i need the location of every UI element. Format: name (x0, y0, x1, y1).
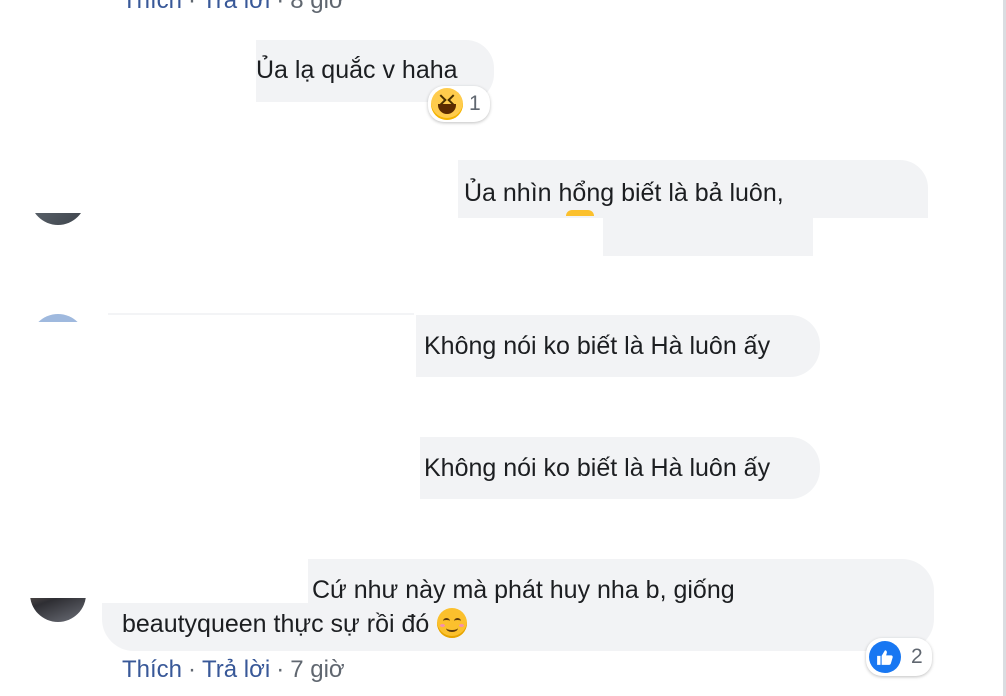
avatar[interactable] (30, 213, 86, 225)
divider (108, 313, 414, 315)
comment-actions-top: Thích · Trả lời · 8 giờ (122, 0, 345, 15)
comment-text: beautyqueen thực sự rồi đó (122, 610, 430, 638)
comment-bubble[interactable]: Không nói ko biết là Hà luôn ấy (416, 315, 820, 377)
reply-link[interactable]: Trả lời (202, 0, 270, 14)
comment-bubble[interactable]: Ủa nhìn hổng biết là bả luôn, (458, 160, 928, 218)
comment-text: Ủa lạ quắc v haha (256, 56, 458, 84)
comment-text: Ủa nhìn hổng biết là bả luôn, (464, 179, 784, 207)
thumbs-up-icon (877, 650, 893, 665)
reaction-summary[interactable]: 2 (866, 638, 932, 676)
reaction-summary[interactable]: 1 (428, 86, 490, 122)
comment-time: 7 giờ (290, 656, 345, 683)
reaction-count: 2 (911, 645, 923, 668)
comment-bubble-extension (603, 216, 813, 256)
comment-bubble[interactable]: Không nói ko biết là Hà luôn ấy (420, 437, 820, 499)
comment-text: Không nói ko biết là Hà luôn ấy (424, 332, 771, 360)
reaction-count: 1 (469, 92, 481, 115)
haha-icon (431, 88, 463, 120)
emoji-icon (566, 210, 594, 216)
comment-actions: Thích · Trả lời · 7 giờ (122, 656, 345, 683)
like-icon (869, 641, 901, 673)
comment-time: 8 giờ (290, 0, 345, 14)
comment-text-line2: beautyqueen thực sự rồi đó (122, 607, 468, 641)
comment-bubble[interactable]: Cứ như này mà phát huy nha b, giống beau… (102, 559, 934, 651)
smiling-face-icon (437, 608, 468, 638)
like-link[interactable]: Thích (122, 0, 182, 14)
comment-text: Không nói ko biết là Hà luôn ấy (424, 454, 771, 482)
avatar[interactable] (30, 314, 86, 322)
like-link[interactable]: Thích (122, 656, 182, 683)
avatar[interactable] (30, 598, 86, 622)
comment-text-line1: Cứ như này mà phát huy nha b, giống (312, 576, 735, 604)
reply-link[interactable]: Trả lời (202, 656, 270, 683)
